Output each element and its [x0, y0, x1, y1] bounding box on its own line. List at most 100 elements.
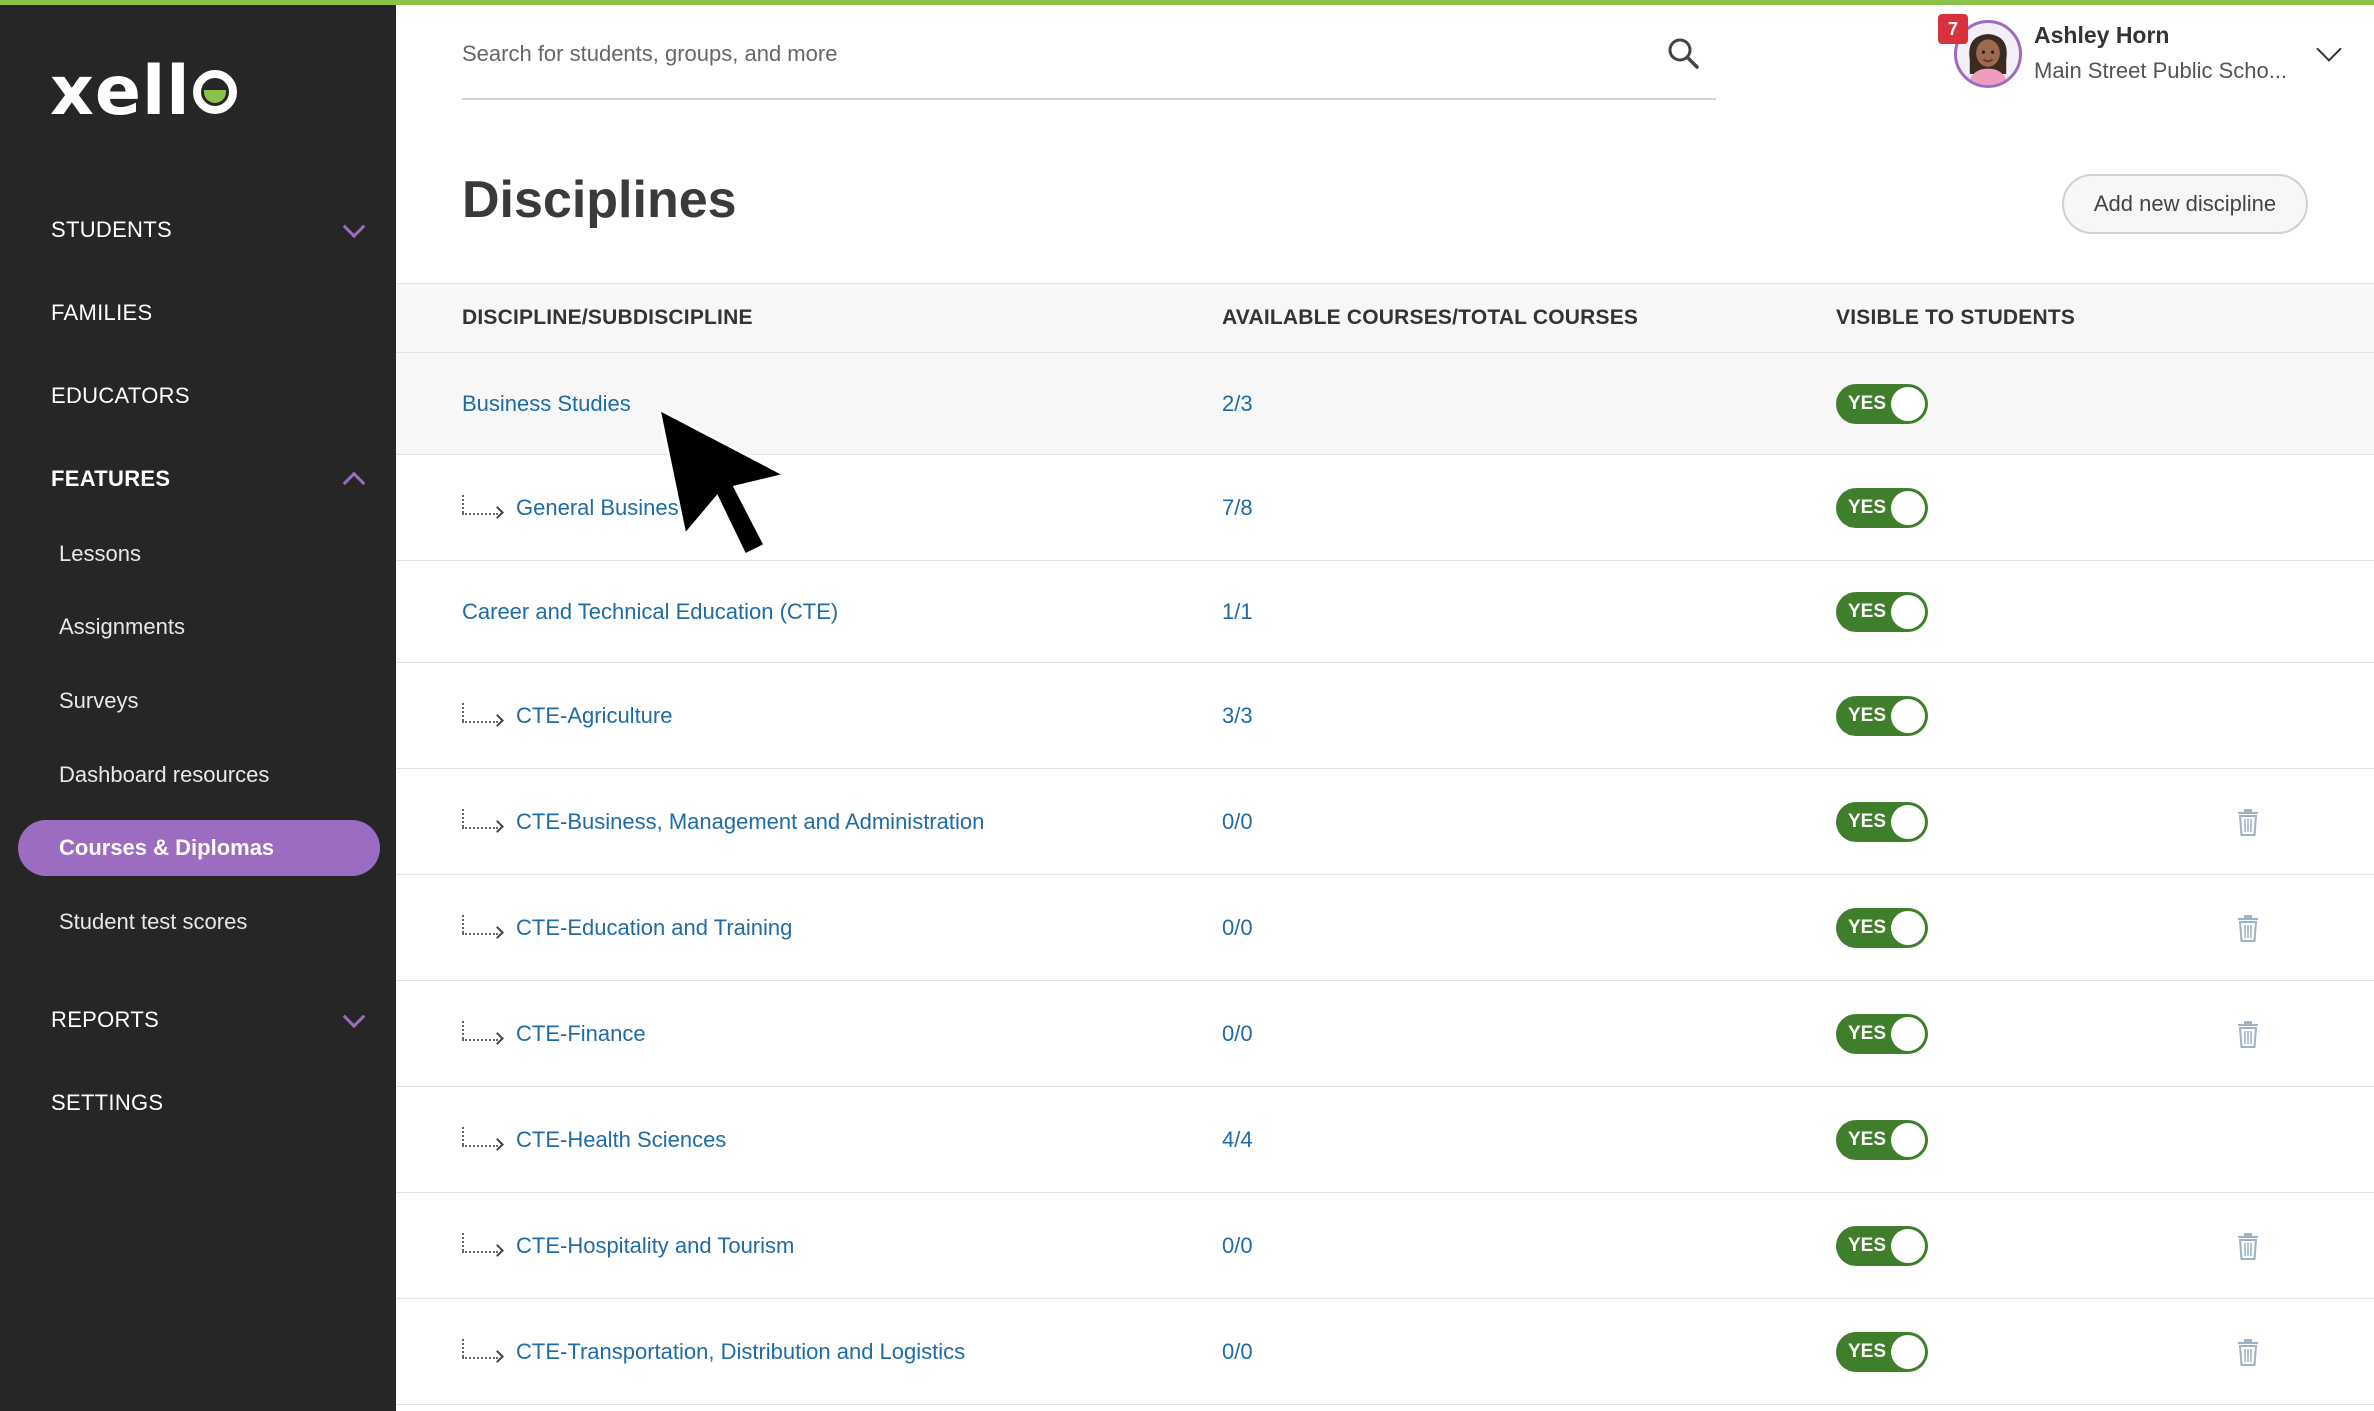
table-header: DISCIPLINE/SUBDISCIPLINE AVAILABLE COURS… — [396, 283, 2374, 353]
nav-families[interactable]: FAMILIES — [0, 283, 396, 343]
trash-icon[interactable] — [2236, 808, 2260, 836]
nav-educators[interactable]: EDUCATORS — [0, 366, 396, 426]
visibility-toggle[interactable]: YES — [1836, 801, 1928, 842]
course-count-link[interactable]: 0/0 — [1222, 809, 1253, 835]
toggle-label: YES — [1848, 600, 1887, 622]
visibility-toggle[interactable]: YES — [1836, 383, 1928, 424]
subitem-arrow-icon — [462, 808, 504, 835]
top-accent-bar — [0, 0, 2374, 5]
chevron-down-icon — [342, 1005, 366, 1029]
nav-dashboard-resources[interactable]: Dashboard resources — [18, 747, 380, 803]
visibility-toggle[interactable]: YES — [1836, 1331, 1928, 1372]
nav-features[interactable]: FEATURES — [0, 449, 396, 509]
toggle-label: YES — [1848, 704, 1887, 726]
toggle-knob — [1891, 910, 1925, 945]
nav-settings-label: SETTINGS — [51, 1090, 164, 1115]
discipline-link[interactable]: Business Studies — [462, 391, 631, 417]
chevron-down-icon[interactable] — [2316, 36, 2342, 62]
subdiscipline-link[interactable]: CTE-Finance — [462, 1020, 646, 1047]
subdiscipline-link[interactable]: CTE-Health Sciences — [462, 1126, 727, 1153]
subdiscipline-label: CTE-Transportation, Distribution and Log… — [516, 1338, 966, 1364]
header-courses[interactable]: AVAILABLE COURSES/TOTAL COURSES — [1222, 306, 1638, 330]
visibility-toggle[interactable]: YES — [1836, 591, 1928, 632]
visibility-toggle[interactable]: YES — [1836, 487, 1928, 528]
nav-settings[interactable]: SETTINGS — [0, 1073, 396, 1133]
add-new-discipline-button[interactable]: Add new discipline — [2062, 174, 2308, 234]
toggle-label: YES — [1848, 916, 1887, 938]
course-count-link[interactable]: 0/0 — [1222, 915, 1253, 941]
toggle-label: YES — [1848, 1022, 1887, 1044]
subitem-arrow-icon — [462, 494, 504, 521]
course-count-link[interactable]: 0/0 — [1222, 1339, 1253, 1365]
nav-educators-label: EDUCATORS — [51, 383, 190, 408]
nav-assignments[interactable]: Assignments — [18, 599, 380, 655]
course-count-link[interactable]: 2/3 — [1222, 391, 1253, 417]
table-row: CTE-Transportation, Distribution and Log… — [396, 1299, 2374, 1405]
course-count-link[interactable]: 7/8 — [1222, 495, 1253, 521]
toggle-label: YES — [1848, 1234, 1887, 1256]
toggle-label: YES — [1848, 496, 1887, 518]
table-row: CTE-Health Sciences 4/4 YES — [396, 1087, 2374, 1193]
chevron-down-icon — [342, 215, 366, 239]
xello-logo[interactable]: xell — [50, 58, 237, 126]
subdiscipline-label: CTE-Hospitality and Tourism — [516, 1232, 795, 1258]
subitem-arrow-icon — [462, 1232, 504, 1259]
toggle-label: YES — [1848, 1128, 1887, 1150]
visibility-toggle[interactable]: YES — [1836, 1013, 1928, 1054]
subdiscipline-label: CTE-Education and Training — [516, 914, 793, 940]
subitem-arrow-icon — [462, 1338, 504, 1365]
nav-students-label: STUDENTS — [51, 217, 172, 242]
course-count-link[interactable]: 0/0 — [1222, 1021, 1253, 1047]
toggle-knob — [1891, 1016, 1925, 1051]
subdiscipline-link[interactable]: CTE-Education and Training — [462, 914, 793, 941]
header-visible[interactable]: VISIBLE TO STUDENTS — [1836, 306, 2075, 330]
user-school: Main Street Public Scho... — [2034, 58, 2288, 83]
nav-families-label: FAMILIES — [51, 300, 153, 325]
sidebar: xell STUDENTS FAMILIES EDUCATORS FEATURE… — [0, 0, 396, 1411]
nav-students[interactable]: STUDENTS — [0, 200, 396, 260]
toggle-knob — [1891, 698, 1925, 733]
header-discipline[interactable]: DISCIPLINE/SUBDISCIPLINE — [462, 306, 753, 330]
trash-icon[interactable] — [2236, 1020, 2260, 1048]
visibility-toggle[interactable]: YES — [1836, 1119, 1928, 1160]
table-row: CTE-Hospitality and Tourism 0/0 YES — [396, 1193, 2374, 1299]
notification-badge[interactable]: 7 — [1938, 14, 1968, 44]
subitem-arrow-icon — [462, 914, 504, 941]
subdiscipline-link[interactable]: CTE-Hospitality and Tourism — [462, 1232, 795, 1259]
nav-student-test-scores[interactable]: Student test scores — [18, 894, 380, 950]
nav-surveys[interactable]: Surveys — [18, 673, 380, 729]
chevron-up-icon — [342, 471, 366, 495]
toggle-knob — [1891, 1228, 1925, 1263]
course-count-link[interactable]: 1/1 — [1222, 599, 1253, 625]
trash-icon[interactable] — [2236, 1338, 2260, 1366]
user-name: Ashley Horn — [2034, 22, 2170, 48]
trash-icon[interactable] — [2236, 1232, 2260, 1260]
course-count-link[interactable]: 0/0 — [1222, 1233, 1253, 1259]
mouse-cursor-icon — [656, 406, 790, 558]
nav-lessons[interactable]: Lessons — [18, 526, 380, 582]
course-count-link[interactable]: 4/4 — [1222, 1127, 1253, 1153]
trash-icon[interactable] — [2236, 914, 2260, 942]
visibility-toggle[interactable]: YES — [1836, 1225, 1928, 1266]
subdiscipline-link[interactable]: CTE-Transportation, Distribution and Log… — [462, 1338, 966, 1365]
user-menu[interactable]: 7 Ashley Horn Main Street Public Scho... — [1938, 14, 2358, 94]
course-count-link[interactable]: 3/3 — [1222, 703, 1253, 729]
subdiscipline-link[interactable]: CTE-Business, Management and Administrat… — [462, 808, 985, 835]
toggle-knob — [1891, 1122, 1925, 1157]
nav-dashboard-resources-label: Dashboard resources — [59, 762, 270, 787]
subdiscipline-label: CTE-Finance — [516, 1020, 646, 1046]
nav-reports[interactable]: REPORTS — [0, 990, 396, 1050]
toggle-label: YES — [1848, 810, 1887, 832]
search-icon[interactable] — [1666, 36, 1700, 70]
toggle-knob — [1891, 1334, 1925, 1369]
discipline-link[interactable]: Career and Technical Education (CTE) — [462, 599, 838, 625]
subdiscipline-label: CTE-Business, Management and Administrat… — [516, 808, 985, 834]
visibility-toggle[interactable]: YES — [1836, 907, 1928, 948]
subdiscipline-link[interactable]: CTE-Agriculture — [462, 702, 672, 729]
toggle-knob — [1891, 386, 1925, 421]
nav-lessons-label: Lessons — [59, 541, 141, 566]
visibility-toggle[interactable]: YES — [1836, 695, 1928, 736]
subdiscipline-label: CTE-Health Sciences — [516, 1126, 727, 1152]
search-input[interactable] — [462, 32, 1642, 76]
nav-courses-diplomas[interactable]: Courses & Diplomas — [18, 820, 380, 876]
